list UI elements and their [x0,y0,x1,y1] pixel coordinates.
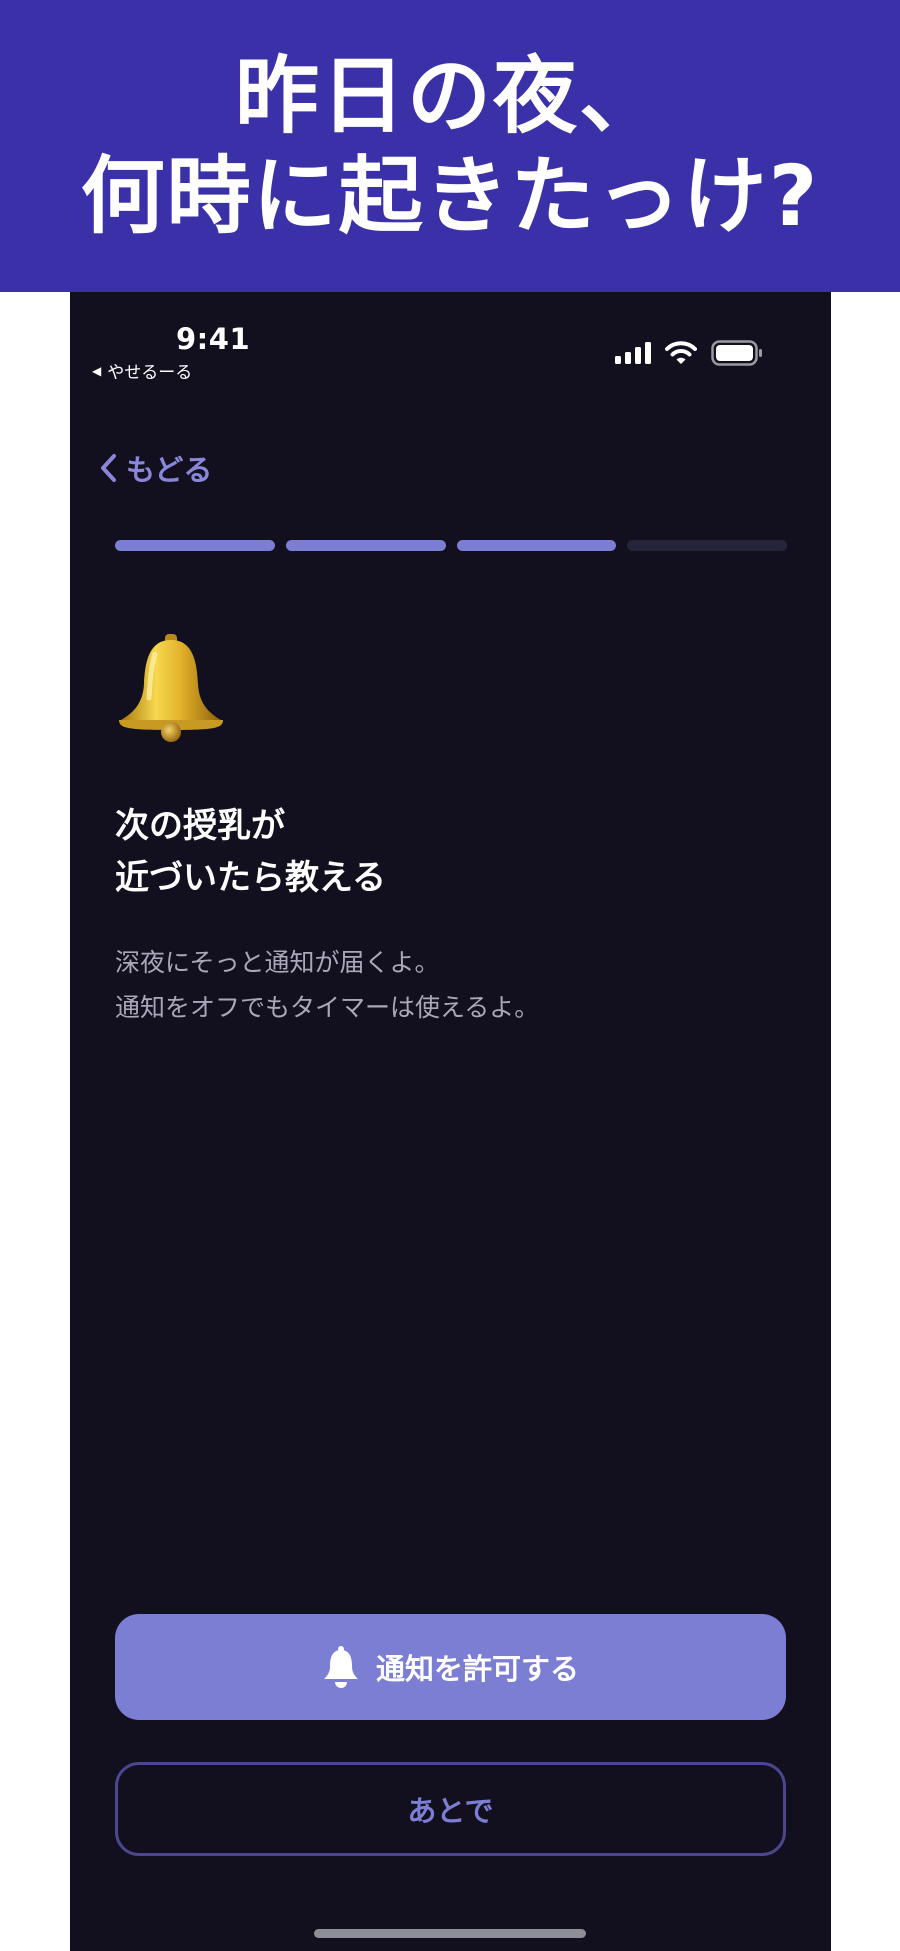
progress-segment-4 [627,540,787,551]
status-back-app-label: やせるーる [107,363,193,383]
later-button-label: あとで [407,1794,494,1828]
back-button[interactable]: もどる [98,447,212,489]
status-back-to-app[interactable]: ◀ やせるーる [92,358,192,383]
status-time: 9:41 [176,322,251,356]
banner-headline-line-1: 昨日の夜、 [234,47,665,145]
status-icons [615,340,763,366]
later-button[interactable]: あとで [115,1762,786,1856]
wifi-icon [665,341,697,364]
allow-notifications-button[interactable]: 通知を許可する [115,1614,786,1720]
onboarding-progress [115,540,787,551]
phone-screen: 9:41 ◀ やせるーる もどる 次の授乳が 近づいたら教える 深夜にそっと通知… [70,292,831,1951]
cellular-signal-icon [615,342,651,364]
allow-notifications-label: 通知を許可する [375,1652,579,1686]
page-title-line-1: 次の授乳が [115,806,285,846]
description-line-1: 深夜にそっと通知が届くよ。 [115,948,440,977]
back-triangle-icon: ◀ [92,363,102,378]
back-button-label: もどる [126,453,213,487]
chevron-left-icon [101,454,116,482]
page-title: 次の授乳が 近づいたら教える [115,800,386,904]
banner-headline-line-2: 何時に起きたっけ? [80,147,820,245]
progress-segment-1 [115,540,275,551]
bell-icon [323,1646,358,1688]
page-title-line-2: 近づいたら教える [115,858,386,898]
description-line-2: 通知をオフでもタイマーは使えるよ。 [115,993,540,1022]
promo-banner: 昨日の夜、 何時に起きたっけ? [0,0,900,292]
progress-segment-3 [456,540,617,551]
home-indicator[interactable] [314,1929,586,1938]
bell-emoji-icon [119,634,223,742]
progress-segment-2 [285,540,446,551]
battery-icon [711,340,762,366]
page-description: 深夜にそっと通知が届くよ。 通知をオフでもタイマーは使えるよ。 [115,940,539,1030]
